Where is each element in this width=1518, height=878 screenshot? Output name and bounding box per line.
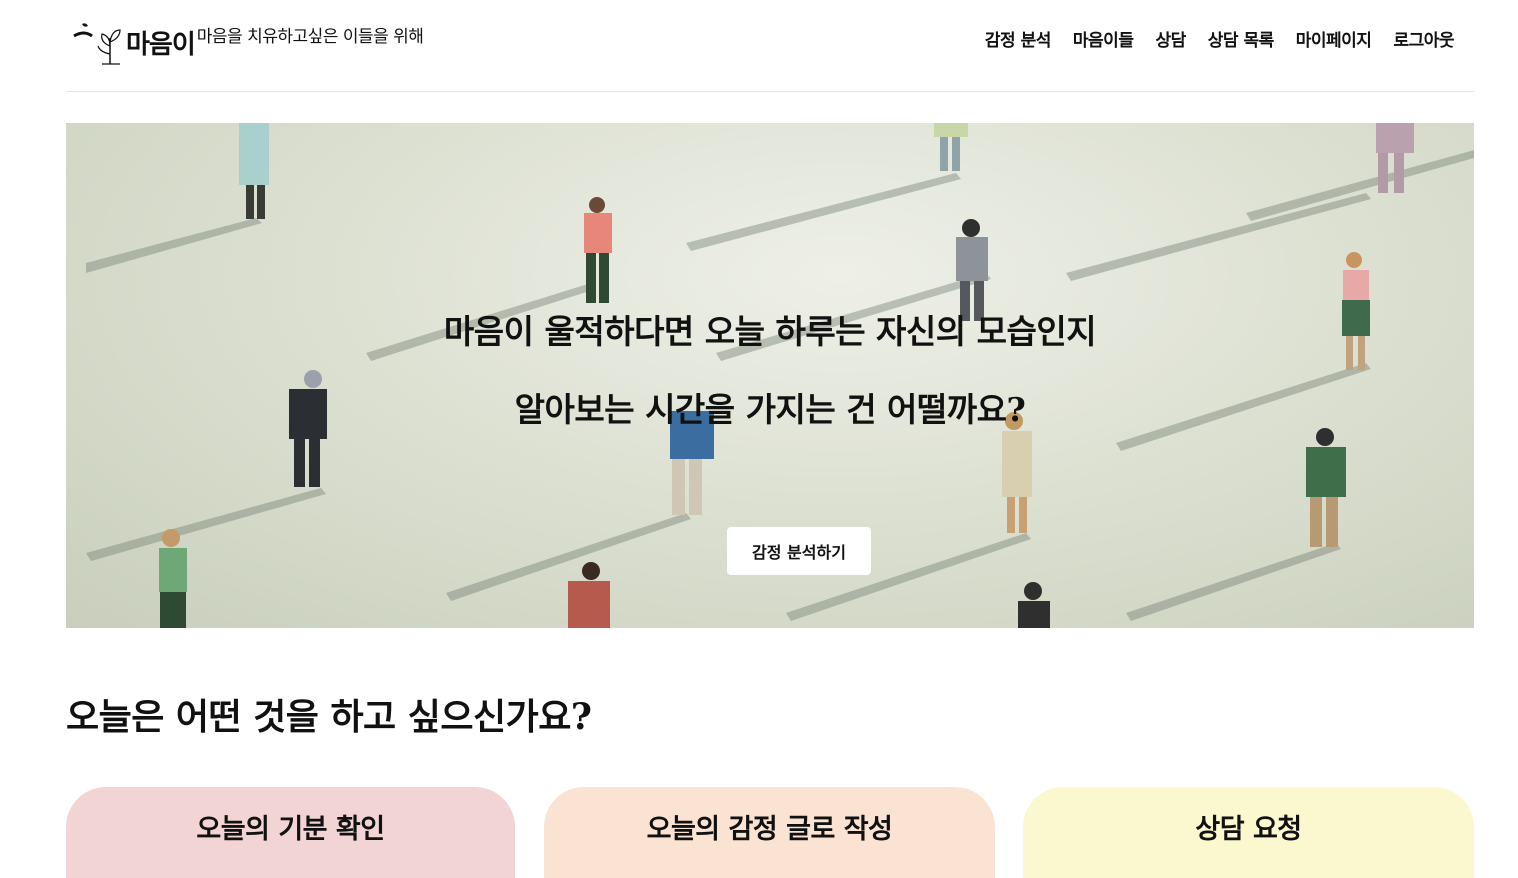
- card-write-emotion[interactable]: 오늘의 감정 글로 작성: [544, 787, 995, 878]
- nav-counseling[interactable]: 상담: [1155, 26, 1186, 51]
- action-cards: 오늘의 기분 확인 오늘의 감정 글로 작성 상담 요청: [66, 787, 1474, 878]
- sprout-hand-icon: [73, 23, 121, 65]
- nav-logout[interactable]: 로그아웃: [1393, 26, 1454, 51]
- nav-emotion-analysis[interactable]: 감정 분석: [985, 26, 1051, 51]
- emotion-analysis-button[interactable]: 감정 분석하기: [727, 527, 871, 575]
- card-mood-check[interactable]: 오늘의 기분 확인: [66, 787, 515, 878]
- figure-1: [239, 123, 269, 219]
- logo-tagline: 마음을 치유하고싶은 이들을 위해: [196, 27, 424, 47]
- logo[interactable]: 마음이 마음을 치유하고싶은 이들을 위해: [70, 16, 424, 66]
- hero-banner: 마음이 울적하다면 오늘 하루는 자신의 모습인지 알아보는 시간을 가지는 건…: [66, 123, 1474, 628]
- nav-counseling-list[interactable]: 상담 목록: [1208, 26, 1274, 51]
- card-label: 상담 요청: [1195, 814, 1302, 845]
- nav-maeumi-people[interactable]: 마음이들: [1073, 26, 1134, 51]
- section-title: 오늘은 어떤 것을 하고 싶으신가요?: [66, 696, 592, 738]
- card-counseling-request[interactable]: 상담 요청: [1023, 787, 1474, 878]
- main-nav: 감정 분석 마음이들 상담 상담 목록 마이페이지 로그아웃: [985, 26, 1455, 51]
- card-label: 오늘의 감정 글로 작성: [646, 814, 893, 845]
- logo-name: 마음이: [126, 30, 196, 60]
- hero-headline-line2: 알아보는 시간을 가지는 건 어떨까요?: [514, 390, 1026, 429]
- card-label: 오늘의 기분 확인: [196, 814, 385, 845]
- nav-mypage[interactable]: 마이페이지: [1296, 26, 1372, 51]
- site-header: 마음이 마음을 치유하고싶은 이들을 위해 감정 분석 마음이들 상담 상담 목…: [66, 0, 1474, 92]
- hero-headline-line1: 마음이 울적하다면 오늘 하루는 자신의 모습인지: [443, 312, 1097, 351]
